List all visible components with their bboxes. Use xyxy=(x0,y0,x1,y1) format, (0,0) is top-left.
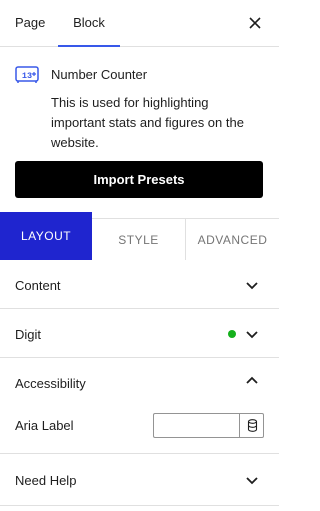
section-accessibility: Accessibility Aria Label xyxy=(0,358,279,454)
tab-advanced[interactable]: ADVANCED xyxy=(185,218,279,260)
chevron-down-icon xyxy=(246,282,258,290)
section-digit-title: Digit xyxy=(15,327,42,342)
block-description: This is used for highlighting important … xyxy=(51,95,244,150)
tab-style[interactable]: STYLE xyxy=(92,218,185,260)
sidebar-tabs: Page Block xyxy=(0,0,279,47)
chevron-down-icon xyxy=(246,477,258,485)
import-presets-button[interactable]: Import Presets xyxy=(15,161,263,198)
chevron-up-icon[interactable] xyxy=(245,374,259,388)
section-content-title: Content xyxy=(15,278,61,293)
dynamic-data-button[interactable] xyxy=(239,413,264,438)
aria-label-input[interactable] xyxy=(153,413,239,438)
svg-text:13: 13 xyxy=(22,71,32,81)
chevron-down-icon xyxy=(246,331,258,339)
close-icon[interactable] xyxy=(245,13,265,33)
panel-tabs: LAYOUT STYLE ADVANCED xyxy=(0,212,279,260)
number-counter-icon: 13 xyxy=(15,66,39,84)
status-dot xyxy=(228,330,236,338)
section-need-help-title: Need Help xyxy=(15,473,77,488)
section-accessibility-title[interactable]: Accessibility xyxy=(15,376,86,391)
database-icon xyxy=(247,419,258,432)
aria-label-label: Aria Label xyxy=(15,418,74,433)
section-digit[interactable]: Digit xyxy=(0,309,279,358)
tab-layout[interactable]: LAYOUT xyxy=(0,212,92,260)
section-content[interactable]: Content xyxy=(0,260,279,309)
section-need-help[interactable]: Need Help xyxy=(0,454,279,506)
block-title: Number Counter xyxy=(51,67,148,82)
tab-block[interactable]: Block xyxy=(58,0,120,47)
tab-page[interactable]: Page xyxy=(15,0,45,46)
